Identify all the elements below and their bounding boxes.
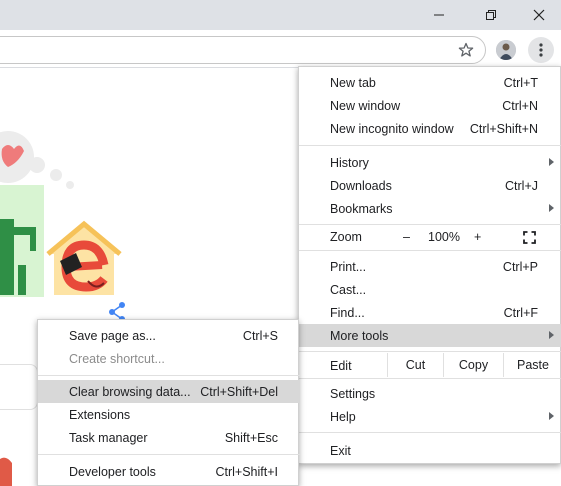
submenu-arrow-icon — [549, 204, 554, 212]
menu-item-label: Cast... — [330, 282, 367, 297]
menu-divider — [299, 145, 561, 146]
paste-button[interactable]: Paste — [503, 353, 561, 377]
menu-item-more-tools[interactable]: More tools — [299, 324, 561, 347]
menu-item-new-incognito[interactable]: New incognito window Ctrl+Shift+N — [299, 117, 561, 140]
chrome-menu-button[interactable] — [528, 37, 554, 63]
submenu-item-label: Task manager — [69, 430, 148, 445]
browser-toolbar — [0, 30, 561, 68]
menu-item-find[interactable]: Find... Ctrl+F — [299, 301, 561, 324]
close-icon — [533, 9, 545, 21]
menu-divider — [38, 375, 300, 376]
submenu-item-label: Developer tools — [69, 464, 156, 479]
avatar-icon — [496, 40, 516, 60]
menu-item-help[interactable]: Help — [299, 405, 561, 428]
menu-item-label: History — [330, 155, 369, 170]
menu-item-print[interactable]: Print... Ctrl+P — [299, 255, 561, 278]
menu-item-shortcut: Ctrl+P — [502, 259, 538, 274]
menu-item-shortcut: Ctrl+T — [503, 75, 538, 90]
zoom-in-button[interactable]: + — [474, 230, 481, 244]
chrome-main-menu: New tab Ctrl+T New window Ctrl+N New inc… — [298, 66, 561, 464]
menu-item-label: Find... — [330, 305, 365, 320]
menu-item-label: New incognito window — [330, 121, 454, 136]
menu-item-downloads[interactable]: Downloads Ctrl+J — [299, 174, 561, 197]
submenu-item-save-page[interactable]: Save page as... Ctrl+S — [38, 324, 300, 347]
menu-item-label: New window — [330, 98, 401, 113]
menu-item-label: New tab — [330, 75, 376, 90]
menu-item-new-tab[interactable]: New tab Ctrl+T — [299, 71, 561, 94]
menu-item-shortcut: Ctrl+J — [505, 178, 538, 193]
page-side-panel — [0, 364, 38, 410]
menu-item-settings[interactable]: Settings — [299, 382, 561, 405]
menu-zoom-row: Zoom – 100% + — [299, 225, 561, 249]
submenu-arrow-icon — [549, 412, 554, 420]
address-bar[interactable] — [0, 36, 486, 64]
cut-button[interactable]: Cut — [387, 353, 443, 377]
profile-avatar[interactable] — [496, 40, 516, 60]
menu-item-label: Print... — [330, 259, 367, 274]
edit-label: Edit — [330, 359, 352, 373]
menu-item-shortcut: Ctrl+N — [502, 98, 538, 113]
more-vert-icon — [539, 43, 543, 57]
zoom-level: 100% — [428, 230, 460, 244]
menu-item-cast[interactable]: Cast... — [299, 278, 561, 301]
menu-item-new-window[interactable]: New window Ctrl+N — [299, 94, 561, 117]
submenu-item-clear-browsing-data[interactable]: Clear browsing data... Ctrl+Shift+Del — [38, 380, 300, 403]
submenu-item-label: Clear browsing data... — [69, 384, 191, 399]
menu-item-label: Downloads — [330, 178, 392, 193]
submenu-item-create-shortcut: Create shortcut... — [38, 347, 300, 370]
submenu-item-shortcut: Shift+Esc — [224, 430, 278, 445]
submenu-arrow-icon — [549, 158, 554, 166]
restore-button[interactable] — [468, 0, 514, 30]
submenu-item-label: Extensions — [69, 407, 131, 422]
submenu-arrow-icon — [549, 331, 554, 339]
submenu-item-shortcut: Ctrl+S — [242, 328, 278, 343]
copy-button[interactable]: Copy — [443, 353, 503, 377]
menu-item-label: Settings — [330, 386, 376, 401]
menu-item-shortcut: Ctrl+F — [503, 305, 538, 320]
minimize-icon — [434, 14, 444, 16]
menu-item-label: More tools — [330, 328, 389, 343]
menu-divider — [299, 432, 561, 433]
menu-edit-row: Edit Cut Copy Paste — [299, 353, 561, 377]
menu-divider — [299, 378, 561, 379]
zoom-label: Zoom — [330, 230, 362, 244]
submenu-item-shortcut: Ctrl+Shift+I — [215, 464, 278, 479]
bookmark-star-button[interactable] — [456, 40, 476, 60]
more-tools-submenu: Save page as... Ctrl+S Create shortcut..… — [37, 319, 300, 486]
submenu-item-shortcut: Ctrl+Shift+Del — [200, 384, 278, 399]
minimize-button[interactable] — [416, 0, 462, 30]
restore-icon — [486, 10, 496, 20]
menu-item-exit[interactable]: Exit — [299, 439, 561, 462]
close-window-button[interactable] — [516, 0, 561, 30]
submenu-item-developer-tools[interactable]: Developer tools Ctrl+Shift+I — [38, 460, 300, 483]
menu-divider — [38, 454, 300, 455]
menu-item-label: Exit — [330, 443, 351, 458]
menu-divider — [299, 250, 561, 251]
fullscreen-button[interactable] — [523, 231, 536, 244]
submenu-item-label: Save page as... — [69, 328, 156, 343]
menu-item-shortcut: Ctrl+Shift+N — [469, 121, 538, 136]
star-icon — [458, 42, 474, 57]
menu-item-bookmarks[interactable]: Bookmarks — [299, 197, 561, 220]
menu-item-history[interactable]: History — [299, 151, 561, 174]
submenu-item-task-manager[interactable]: Task manager Shift+Esc — [38, 426, 300, 449]
title-bar — [0, 0, 561, 30]
menu-item-label: Bookmarks — [330, 201, 393, 216]
menu-item-label: Help — [330, 409, 356, 424]
submenu-item-label: Create shortcut... — [69, 351, 165, 366]
zoom-out-button[interactable]: – — [403, 230, 410, 244]
menu-divider — [299, 351, 561, 352]
fullscreen-icon — [523, 231, 536, 244]
submenu-item-extensions[interactable]: Extensions — [38, 403, 300, 426]
